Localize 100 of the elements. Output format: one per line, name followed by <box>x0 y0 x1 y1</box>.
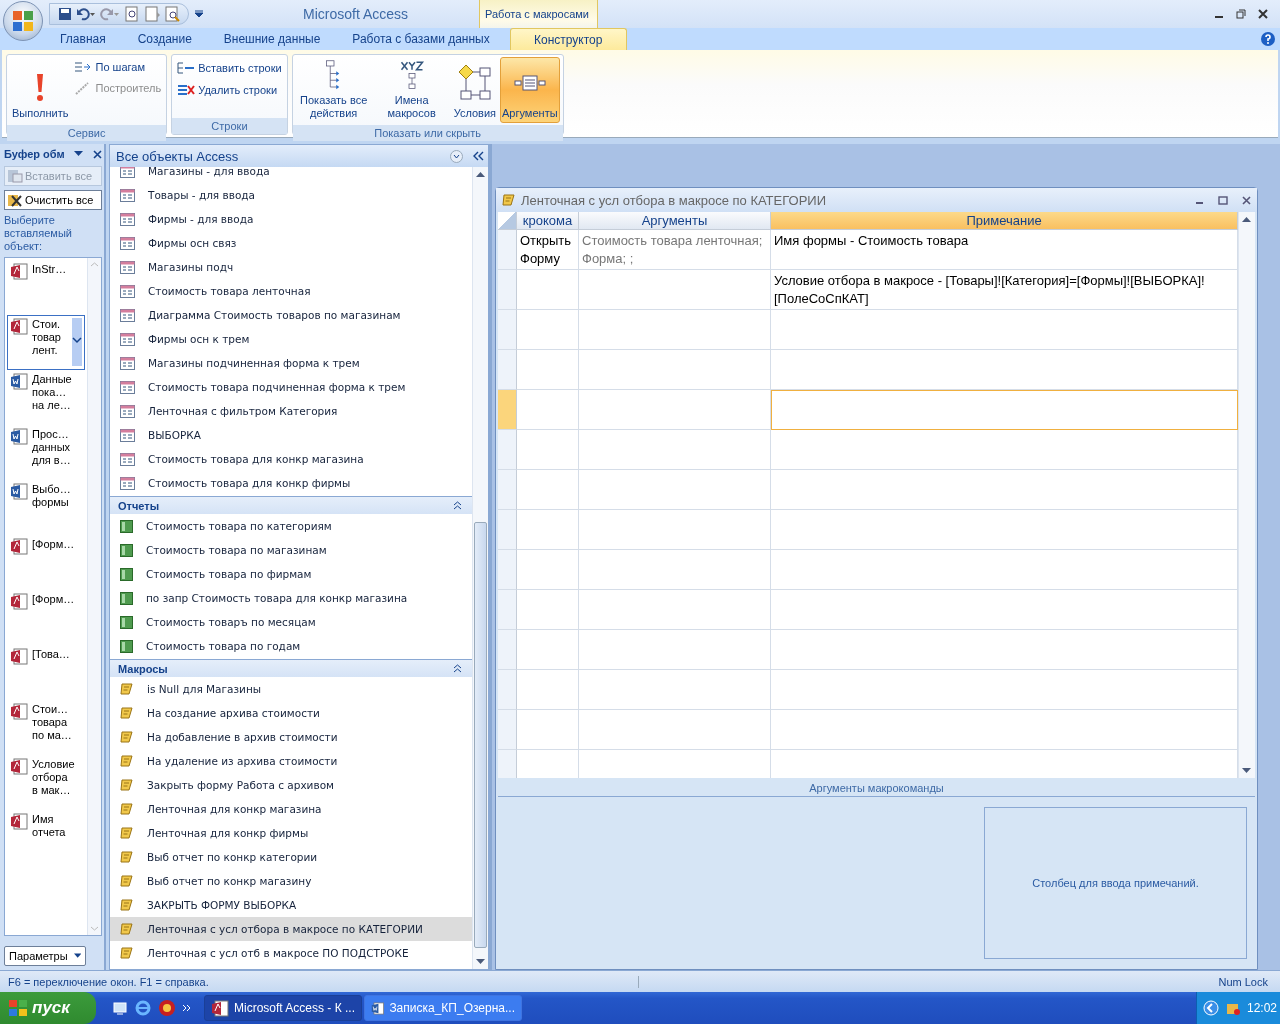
navigation-item[interactable]: Закрыть форму Работа с архивом <box>110 773 472 797</box>
navigation-item[interactable]: Выб отчет по конкр категории <box>110 845 472 869</box>
clipboard-item[interactable]: Выбо… формы <box>7 480 85 535</box>
ribbon-button[interactable]: По шагам <box>72 59 164 75</box>
group-header[interactable]: Отчеты <box>110 496 472 514</box>
table-cell[interactable] <box>771 510 1238 550</box>
clipboard-item[interactable]: Стои. товар лент. <box>7 315 85 370</box>
navigation-item[interactable]: На добавление в архив стоимости <box>110 725 472 749</box>
navigation-item[interactable]: Стоимость товара по годам <box>110 634 472 658</box>
desktop-icon[interactable] <box>112 1000 128 1016</box>
navigation-item[interactable]: Ленточная с фильтром Категория <box>110 399 472 423</box>
navigation-item[interactable]: На создание архива стоимости <box>110 701 472 725</box>
table-cell[interactable] <box>579 670 771 710</box>
navigation-item[interactable]: Магазины подчиненная форма к трем <box>110 351 472 375</box>
row-selector[interactable] <box>498 310 517 350</box>
table-cell[interactable] <box>517 510 579 550</box>
navigation-item[interactable]: Стоимость товара по магазинам <box>110 538 472 562</box>
clear-all-button[interactable]: Очистить все <box>4 190 102 210</box>
navigation-item[interactable]: Магазины - для ввода <box>110 167 472 183</box>
scrollbar[interactable] <box>87 258 101 935</box>
table-cell[interactable] <box>579 710 771 750</box>
navigation-item[interactable]: ЗАКРЫТЬ ФОРМУ ВЫБОРКА <box>110 893 472 917</box>
row-selector[interactable] <box>498 350 517 390</box>
taskbar-button[interactable]: Microsoft Access - К ... <box>204 995 362 1021</box>
more-icon[interactable] <box>182 1003 192 1013</box>
table-cell[interactable] <box>579 350 771 390</box>
clipboard-item[interactable]: Стои… товара по ма… <box>7 700 85 755</box>
table-cell[interactable] <box>771 430 1238 470</box>
clipboard-item[interactable]: [Това… <box>7 645 85 700</box>
row-selector[interactable] <box>498 390 517 430</box>
navigation-item[interactable]: Стоимость товара по категориям <box>110 514 472 538</box>
navigation-item[interactable]: Фирмы - для ввода <box>110 207 472 231</box>
customize-arrow-icon[interactable] <box>195 10 203 18</box>
table-cell[interactable] <box>517 670 579 710</box>
navigation-item[interactable]: Фирмы осн к трем <box>110 327 472 351</box>
navigation-item[interactable]: Ленточная с усл отб в макросе ПО ПОДСТРОКЕ <box>110 941 472 965</box>
navigation-item[interactable]: Ленточная для конкр фирмы <box>110 821 472 845</box>
table-cell[interactable] <box>579 390 771 430</box>
navigation-item[interactable]: ВЫБОРКА <box>110 423 472 447</box>
table-cell[interactable] <box>771 310 1238 350</box>
ribbon-tab[interactable]: Конструктор <box>509 28 627 50</box>
table-cell[interactable] <box>517 550 579 590</box>
table-cell[interactable] <box>517 310 579 350</box>
table-cell[interactable] <box>517 590 579 630</box>
table-cell[interactable] <box>579 550 771 590</box>
ribbon-tab[interactable]: Работа с базами данных <box>336 28 506 50</box>
table-cell[interactable] <box>771 550 1238 590</box>
table-cell[interactable] <box>517 350 579 390</box>
navigation-item[interactable]: Фирмы осн связ <box>110 231 472 255</box>
undo-icon[interactable] <box>76 7 96 21</box>
print-preview-icon[interactable] <box>124 6 140 22</box>
clipboard-item[interactable]: InStr… <box>7 260 85 315</box>
table-cell[interactable]: Имя формы - Стоимость товара <box>771 230 1238 270</box>
navigation-item[interactable]: Стоимость товара по фирмам <box>110 562 472 586</box>
help-icon[interactable] <box>1260 31 1276 47</box>
table-cell[interactable] <box>517 630 579 670</box>
clipboard-item[interactable]: Условие отбора в мак… <box>7 755 85 810</box>
ribbon-button[interactable]: Аргументы <box>500 57 560 123</box>
table-cell[interactable] <box>579 310 771 350</box>
row-selector[interactable] <box>498 710 517 750</box>
table-cell[interactable] <box>771 390 1238 430</box>
navigation-item[interactable]: Стоимость товара ленточная <box>110 279 472 303</box>
navigation-item[interactable]: Выб отчет по конкр магазину <box>110 869 472 893</box>
table-cell[interactable] <box>579 470 771 510</box>
table-cell[interactable] <box>579 590 771 630</box>
column-header[interactable]: крокома <box>517 212 579 230</box>
navigation-item[interactable]: Стоимость товара для конкр магазина <box>110 447 472 471</box>
column-header[interactable]: Примечание <box>771 212 1238 230</box>
row-selector[interactable] <box>498 470 517 510</box>
magnifier-icon[interactable] <box>164 6 180 22</box>
table-cell[interactable]: Стоимость товара ленточная; Форма; ; <box>579 230 771 270</box>
row-selector[interactable] <box>498 550 517 590</box>
scrollbar[interactable] <box>1238 212 1255 778</box>
ribbon-button[interactable]: Вставить строки <box>175 59 284 77</box>
column-header[interactable]: Аргументы <box>579 212 771 230</box>
table-cell[interactable]: Условие отбора в макросе - [Товары]![Категория]=[Формы]![ВЫБОРКА]![ПолеСоСпКАТ] <box>771 270 1238 310</box>
close-icon[interactable] <box>1242 195 1251 205</box>
ribbon-tab[interactable]: Главная <box>44 28 122 50</box>
collapse-pane-icon[interactable] <box>473 151 484 161</box>
navigation-item[interactable]: На удаление из архива стоимости <box>110 749 472 773</box>
navigation-item[interactable]: is Null для Магазины <box>110 677 472 701</box>
navigation-item[interactable]: Диаграмма Стоимость товаров по магазинам <box>110 303 472 327</box>
row-selector[interactable] <box>498 510 517 550</box>
table-cell[interactable] <box>517 430 579 470</box>
table-cell[interactable] <box>517 270 579 310</box>
close-icon[interactable] <box>1258 9 1268 19</box>
table-cell[interactable] <box>771 670 1238 710</box>
row-selector[interactable] <box>498 590 517 630</box>
table-cell[interactable] <box>579 630 771 670</box>
start-button[interactable]: пуск <box>0 992 96 1024</box>
round-app-icon[interactable] <box>158 999 176 1017</box>
ribbon-button[interactable]: Показать все действия <box>295 57 372 123</box>
ribbon-button[interactable]: Имена макросов <box>373 57 450 123</box>
chevron-icon[interactable] <box>1203 1000 1219 1016</box>
ribbon-tab[interactable]: Внешние данные <box>207 28 337 50</box>
navigation-item[interactable]: Ленточная для конкр магазина <box>110 797 472 821</box>
navigation-item[interactable]: Стоимость товара для конкр фирмы <box>110 471 472 495</box>
ribbon-button[interactable]: Условия <box>451 57 499 123</box>
options-button[interactable]: Параметры <box>4 946 86 966</box>
table-cell[interactable] <box>517 710 579 750</box>
